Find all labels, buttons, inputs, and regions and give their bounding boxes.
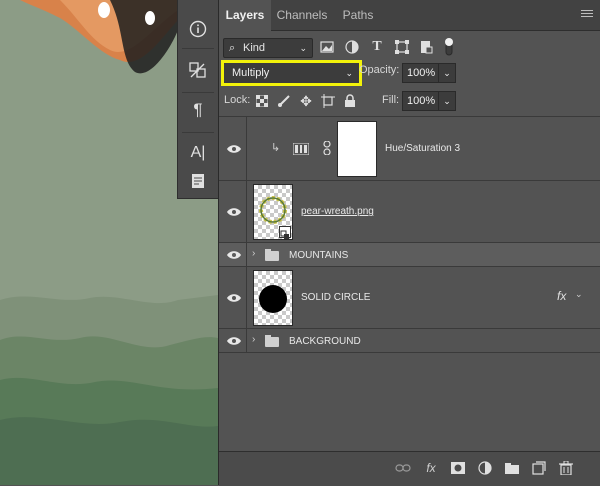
character-panel-button[interactable]: A| bbox=[184, 140, 212, 166]
layer-name[interactable]: pear-wreath.png bbox=[301, 206, 374, 217]
folder-icon bbox=[265, 249, 279, 261]
add-mask-icon[interactable] bbox=[450, 460, 466, 476]
filter-kind-label: Kind bbox=[243, 42, 266, 54]
adjustment-layer-icon[interactable] bbox=[477, 460, 493, 476]
chain-link-icon[interactable] bbox=[323, 140, 331, 160]
levels-adjustment-icon bbox=[292, 142, 310, 160]
layer-row-background[interactable]: › BACKGROUND bbox=[219, 329, 600, 353]
lock-row: Lock: ✥ Fill: 100% ⌄ bbox=[219, 89, 600, 113]
opacity-value: 100% bbox=[407, 67, 436, 79]
layer-thumbnail[interactable] bbox=[253, 270, 293, 326]
link-layers-icon[interactable] bbox=[395, 460, 411, 476]
visibility-eye-icon[interactable] bbox=[226, 206, 242, 218]
blend-mode-select[interactable]: Multiply ⌄ bbox=[221, 60, 362, 86]
filter-kind-select[interactable]: ⌕ Kind ⌄ bbox=[223, 38, 313, 58]
paragraph-icon: ¶ bbox=[193, 100, 203, 119]
visibility-eye-icon[interactable] bbox=[226, 292, 242, 304]
chevron-down-icon[interactable]: ⌄ bbox=[438, 92, 455, 110]
lock-transparent-icon[interactable] bbox=[254, 93, 270, 109]
panel-menu-icon[interactable] bbox=[581, 10, 593, 20]
paragraph-panel-button[interactable]: ¶ bbox=[184, 97, 212, 123]
layer-mask-thumbnail[interactable] bbox=[337, 121, 377, 177]
layer-name[interactable]: Hue/Saturation 3 bbox=[385, 143, 460, 154]
panel-tabs: Layers Channels Paths bbox=[219, 0, 600, 31]
clone-source-button[interactable] bbox=[184, 57, 212, 83]
blend-mode-row: Multiply ⌄ bbox=[219, 60, 364, 86]
type-filter-icon[interactable]: T bbox=[369, 39, 385, 55]
folder-icon bbox=[265, 335, 279, 347]
smart-object-badge-icon bbox=[279, 226, 291, 239]
add-style-label: fx bbox=[426, 461, 436, 475]
tab-layers[interactable]: Layers bbox=[219, 0, 271, 31]
opacity-field[interactable]: 100% ⌄ bbox=[402, 63, 456, 83]
layer-name[interactable]: BACKGROUND bbox=[289, 336, 361, 347]
tab-paths[interactable]: Paths bbox=[337, 0, 379, 30]
layers-bottom-toolbar: fx bbox=[219, 451, 600, 486]
info-icon bbox=[189, 20, 207, 38]
notes-panel-button[interactable] bbox=[184, 168, 212, 194]
clone-source-icon bbox=[189, 62, 206, 78]
new-layer-icon[interactable] bbox=[531, 460, 547, 476]
layer-effects-icon[interactable]: fx bbox=[557, 289, 566, 303]
visibility-eye-icon[interactable] bbox=[226, 335, 242, 347]
lock-label: Lock: bbox=[224, 94, 251, 106]
smart-object-filter-icon[interactable] bbox=[418, 39, 434, 55]
lock-image-icon[interactable] bbox=[276, 93, 292, 109]
delete-layer-icon[interactable] bbox=[558, 460, 574, 476]
chevron-right-icon[interactable]: › bbox=[252, 334, 255, 345]
adjustment-filter-icon[interactable] bbox=[344, 39, 360, 55]
layer-row-solid-circle[interactable]: SOLID CIRCLE fx ⌄ bbox=[219, 267, 600, 329]
layers-panel: Layers Channels Paths ⌕ Kind ⌄ T Multipl… bbox=[218, 0, 600, 486]
layers-list: ↳ Hue/Saturation 3 pear-wreath.png › MOU… bbox=[219, 116, 600, 353]
new-group-icon[interactable] bbox=[504, 460, 520, 476]
fill-field[interactable]: 100% ⌄ bbox=[402, 91, 456, 111]
visibility-eye-icon[interactable] bbox=[226, 249, 242, 261]
layer-row-pear-wreath[interactable]: pear-wreath.png bbox=[219, 181, 600, 243]
character-icon: A| bbox=[190, 144, 206, 161]
tab-channels[interactable]: Channels bbox=[273, 0, 331, 30]
chevron-down-icon: ⌄ bbox=[345, 68, 353, 78]
layer-name[interactable]: MOUNTAINS bbox=[289, 250, 348, 261]
filter-row: ⌕ Kind ⌄ T bbox=[219, 33, 600, 59]
search-icon: ⌕ bbox=[229, 42, 236, 54]
layer-thumbnail[interactable] bbox=[253, 184, 293, 240]
add-style-icon[interactable]: fx bbox=[423, 460, 439, 476]
filter-toggle-icon[interactable] bbox=[441, 38, 457, 56]
chevron-right-icon[interactable]: › bbox=[252, 248, 255, 259]
clipping-arrow-icon: ↳ bbox=[271, 142, 281, 154]
lock-artboard-icon[interactable] bbox=[320, 93, 336, 109]
panel-tool-strip: ¶ A| bbox=[177, 0, 219, 199]
lock-position-icon[interactable]: ✥ bbox=[298, 93, 314, 109]
info-panel-button[interactable] bbox=[184, 16, 212, 42]
layer-row-mountains[interactable]: › MOUNTAINS bbox=[219, 243, 600, 267]
fill-value: 100% bbox=[407, 95, 436, 107]
image-filter-icon[interactable] bbox=[319, 39, 335, 55]
shape-filter-icon[interactable] bbox=[394, 39, 410, 55]
layer-row-hue-saturation[interactable]: ↳ Hue/Saturation 3 bbox=[219, 117, 600, 181]
lock-all-icon[interactable] bbox=[342, 93, 358, 109]
layer-name[interactable]: SOLID CIRCLE bbox=[301, 292, 370, 303]
opacity-label: Opacity: bbox=[359, 64, 400, 76]
notes-icon bbox=[192, 174, 204, 188]
chevron-down-icon: ⌄ bbox=[299, 43, 307, 53]
fill-label: Fill: bbox=[382, 94, 400, 106]
chevron-down-icon[interactable]: ⌄ bbox=[575, 289, 583, 300]
blend-mode-value: Multiply bbox=[232, 67, 270, 79]
chevron-down-icon[interactable]: ⌄ bbox=[438, 64, 455, 82]
visibility-eye-icon[interactable] bbox=[226, 143, 242, 155]
